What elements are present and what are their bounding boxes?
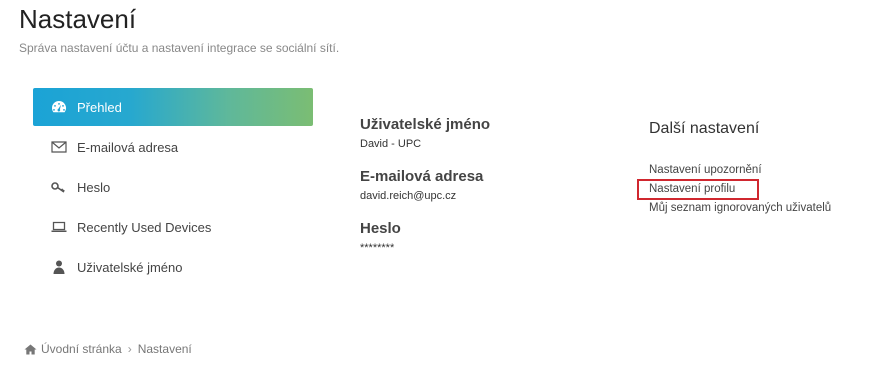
page-title: Nastavení <box>19 4 137 34</box>
password-value: ******** <box>360 242 395 254</box>
breadcrumb: Úvodní stránka › Nastavení <box>24 342 192 356</box>
username-block: Uživatelské jméno David - UPC <box>360 116 610 150</box>
home-icon <box>24 344 37 355</box>
envelope-icon <box>49 139 69 155</box>
sidebar-item-label: Přehled <box>77 99 122 115</box>
more-settings-panel: Další nastavení Nastavení upozornění Nas… <box>637 120 889 218</box>
dashboard-icon <box>49 99 69 115</box>
username-value: David - UPC <box>360 138 422 150</box>
more-settings-title: Další nastavení <box>649 120 760 137</box>
sidebar-item-label: E-mailová adresa <box>77 139 179 155</box>
sidebar-item-overview[interactable]: Přehled <box>33 88 313 126</box>
sidebar-item-label: Heslo <box>77 179 111 195</box>
key-icon <box>49 179 69 195</box>
highlight-box <box>637 179 759 200</box>
overview-panel: Uživatelské jméno David - UPC E-mailová … <box>360 116 610 272</box>
email-block: E-mailová adresa david.reich@upc.cz <box>360 168 610 202</box>
sidebar-item-password[interactable]: Heslo <box>33 168 313 206</box>
page-subtitle: Správa nastavení účtu a nastavení integr… <box>19 41 340 55</box>
ignored-users-link[interactable]: Můj seznam ignorovaných uživatelů <box>649 199 889 218</box>
laptop-icon <box>49 219 69 235</box>
password-block: Heslo ******** <box>360 220 610 254</box>
breadcrumb-current: Nastavení <box>137 342 192 356</box>
breadcrumb-home-link[interactable]: Úvodní stránka <box>41 342 122 356</box>
password-label: Heslo <box>360 220 401 237</box>
settings-sidebar: Přehled E-mailová adresa Heslo Recently … <box>33 88 313 288</box>
user-icon <box>49 259 69 275</box>
username-label: Uživatelské jméno <box>360 116 491 133</box>
notification-settings-link[interactable]: Nastavení upozornění <box>649 161 889 180</box>
profile-settings-link-wrapper: Nastavení profilu <box>637 179 889 200</box>
email-value: david.reich@upc.cz <box>360 190 457 202</box>
sidebar-item-label: Recently Used Devices <box>77 219 212 235</box>
sidebar-item-email[interactable]: E-mailová adresa <box>33 128 313 166</box>
email-label: E-mailová adresa <box>360 168 484 185</box>
sidebar-item-username[interactable]: Uživatelské jméno <box>33 248 313 286</box>
chevron-right-icon: › <box>127 342 132 356</box>
sidebar-item-label: Uživatelské jméno <box>77 259 183 275</box>
sidebar-item-devices[interactable]: Recently Used Devices <box>33 208 313 246</box>
